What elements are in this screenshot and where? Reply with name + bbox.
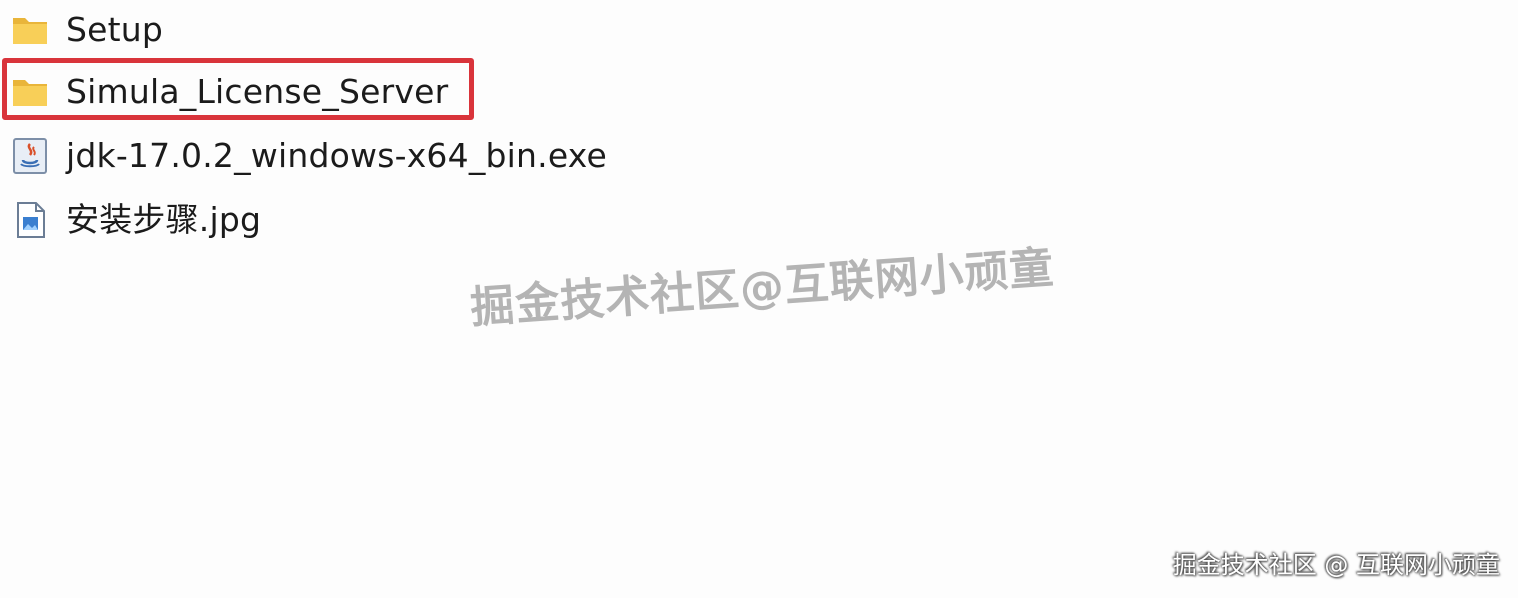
- folder-icon: [8, 8, 52, 52]
- file-name: Simula_License_Server: [66, 72, 449, 111]
- file-name: 安装步骤.jpg: [66, 200, 262, 239]
- watermark-center: 掘金技术社区@互联网小顽童: [468, 242, 1056, 334]
- image-file-icon: [8, 198, 52, 242]
- java-installer-icon: [8, 134, 52, 178]
- file-item-jdk-installer[interactable]: jdk-17.0.2_windows-x64_bin.exe: [8, 128, 607, 184]
- file-item-setup[interactable]: Setup: [8, 2, 163, 58]
- file-name: Setup: [66, 10, 164, 49]
- watermark-corner: 掘金技术社区 @ 互联网小顽童: [1172, 551, 1500, 579]
- folder-icon: [8, 70, 52, 114]
- file-item-simula-license-server[interactable]: Simula_License_Server: [8, 64, 448, 120]
- file-name: jdk-17.0.2_windows-x64_bin.exe: [66, 136, 607, 175]
- file-item-install-steps-jpg[interactable]: 安装步骤.jpg: [8, 192, 261, 248]
